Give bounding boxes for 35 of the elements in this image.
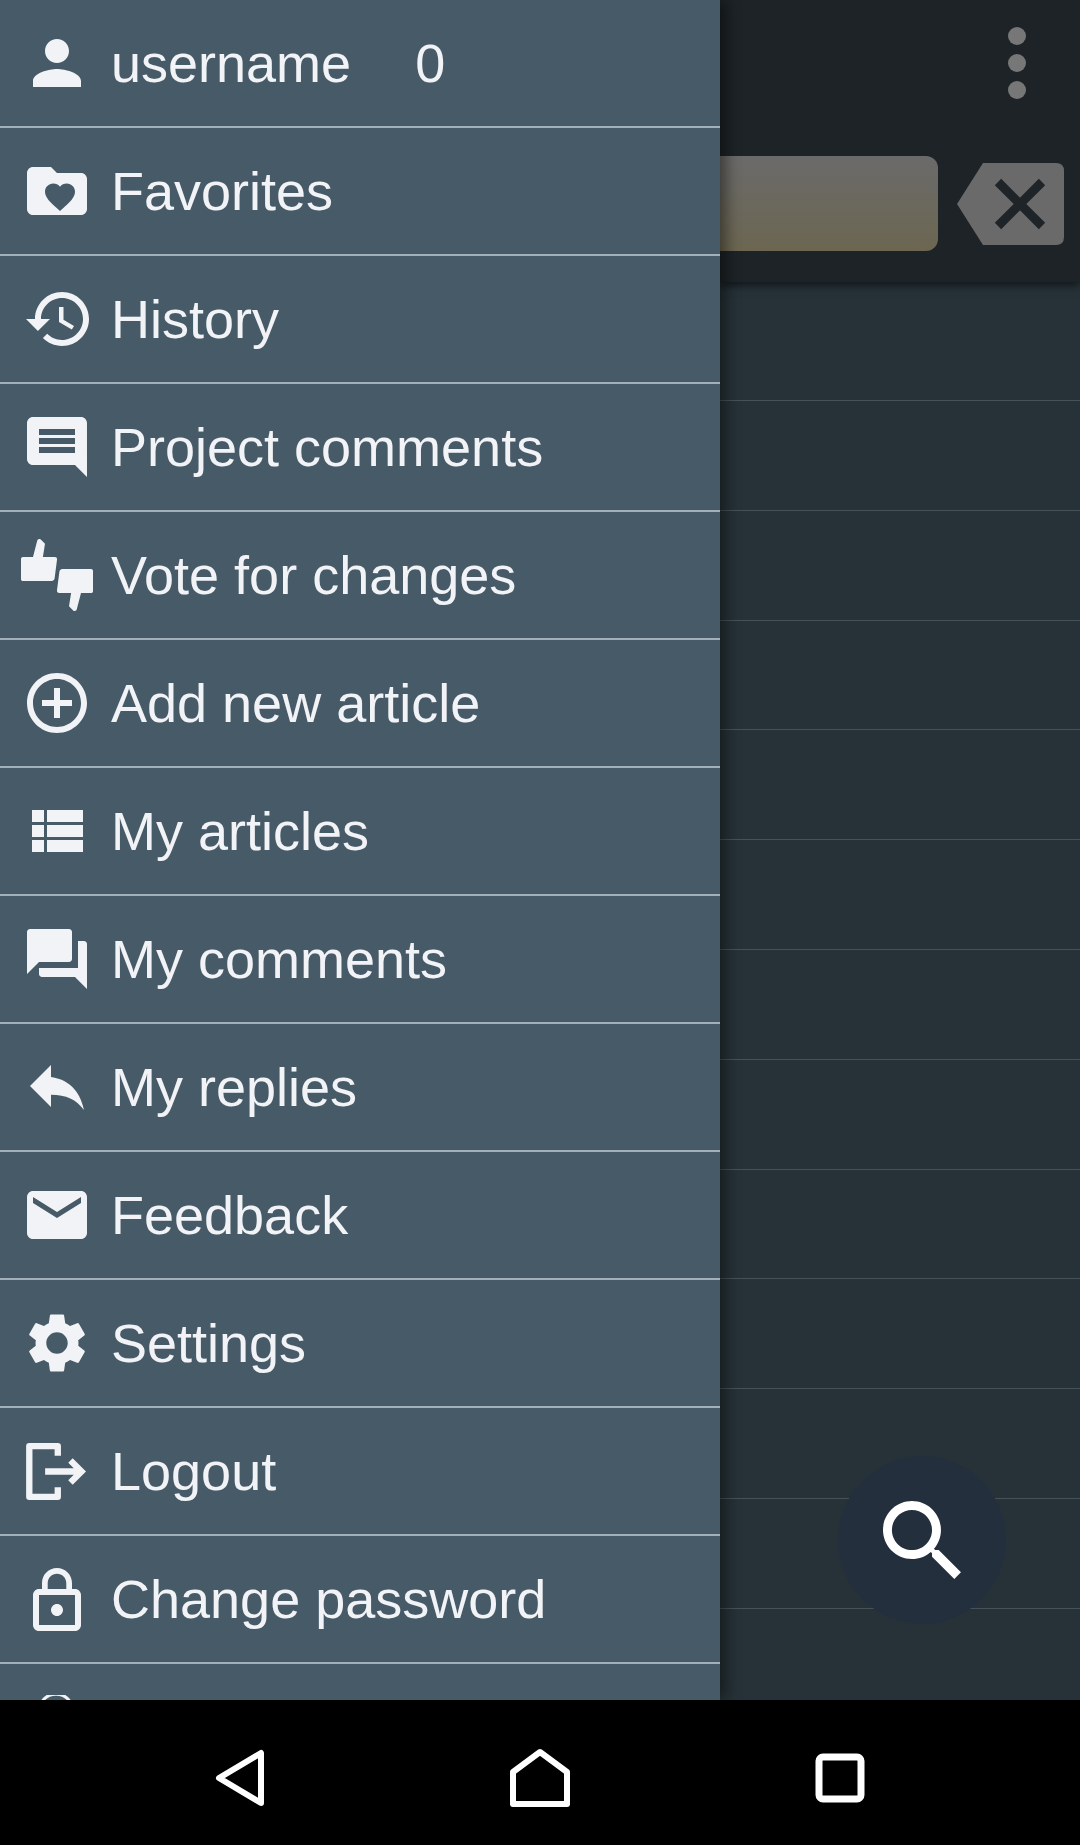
menu-item[interactable]: Vote for changes — [0, 512, 720, 640]
envelope-icon — [27, 1191, 87, 1239]
menu-item[interactable]: Logout — [0, 1408, 720, 1536]
menu-item[interactable]: My articles — [0, 768, 720, 896]
recents-icon[interactable] — [815, 1753, 865, 1803]
menu-item[interactable]: Favorites — [0, 128, 720, 256]
overflow-menu-icon[interactable] — [1008, 27, 1026, 99]
reply-arrow-icon — [30, 1064, 84, 1110]
menu-item[interactable]: History — [0, 256, 720, 384]
history-icon — [25, 292, 89, 346]
home-icon[interactable] — [509, 1748, 571, 1808]
back-icon[interactable] — [214, 1749, 266, 1807]
menu-item[interactable]: My replies — [0, 1024, 720, 1152]
menu-item[interactable]: Settings — [0, 1280, 720, 1408]
search-icon — [883, 1501, 961, 1579]
person-icon — [33, 39, 81, 87]
username-label: username — [111, 31, 352, 95]
search-field[interactable] — [720, 156, 938, 251]
circle-edge-icon — [40, 1695, 72, 1700]
menu-item[interactable]: Add new article — [0, 640, 720, 768]
padlock-icon — [33, 1567, 81, 1631]
points-count: 0 — [415, 31, 446, 95]
menu-item[interactable]: Feedback — [0, 1152, 720, 1280]
message-icon — [27, 417, 87, 477]
menu-item[interactable]: Project comments — [0, 384, 720, 512]
chat-bubbles-icon — [27, 929, 87, 989]
thumbs-up-down-icon — [21, 539, 93, 611]
menu-item[interactable]: My comments — [0, 896, 720, 1024]
folder-heart-icon — [27, 167, 87, 215]
account-row[interactable]: username 0 — [0, 0, 720, 128]
list-icon — [31, 810, 83, 852]
settings-icon — [29, 1313, 85, 1373]
door-arrow-icon — [26, 1442, 88, 1500]
menu-item[interactable]: Change password — [0, 1536, 720, 1664]
backspace-icon[interactable] — [957, 162, 1064, 245]
